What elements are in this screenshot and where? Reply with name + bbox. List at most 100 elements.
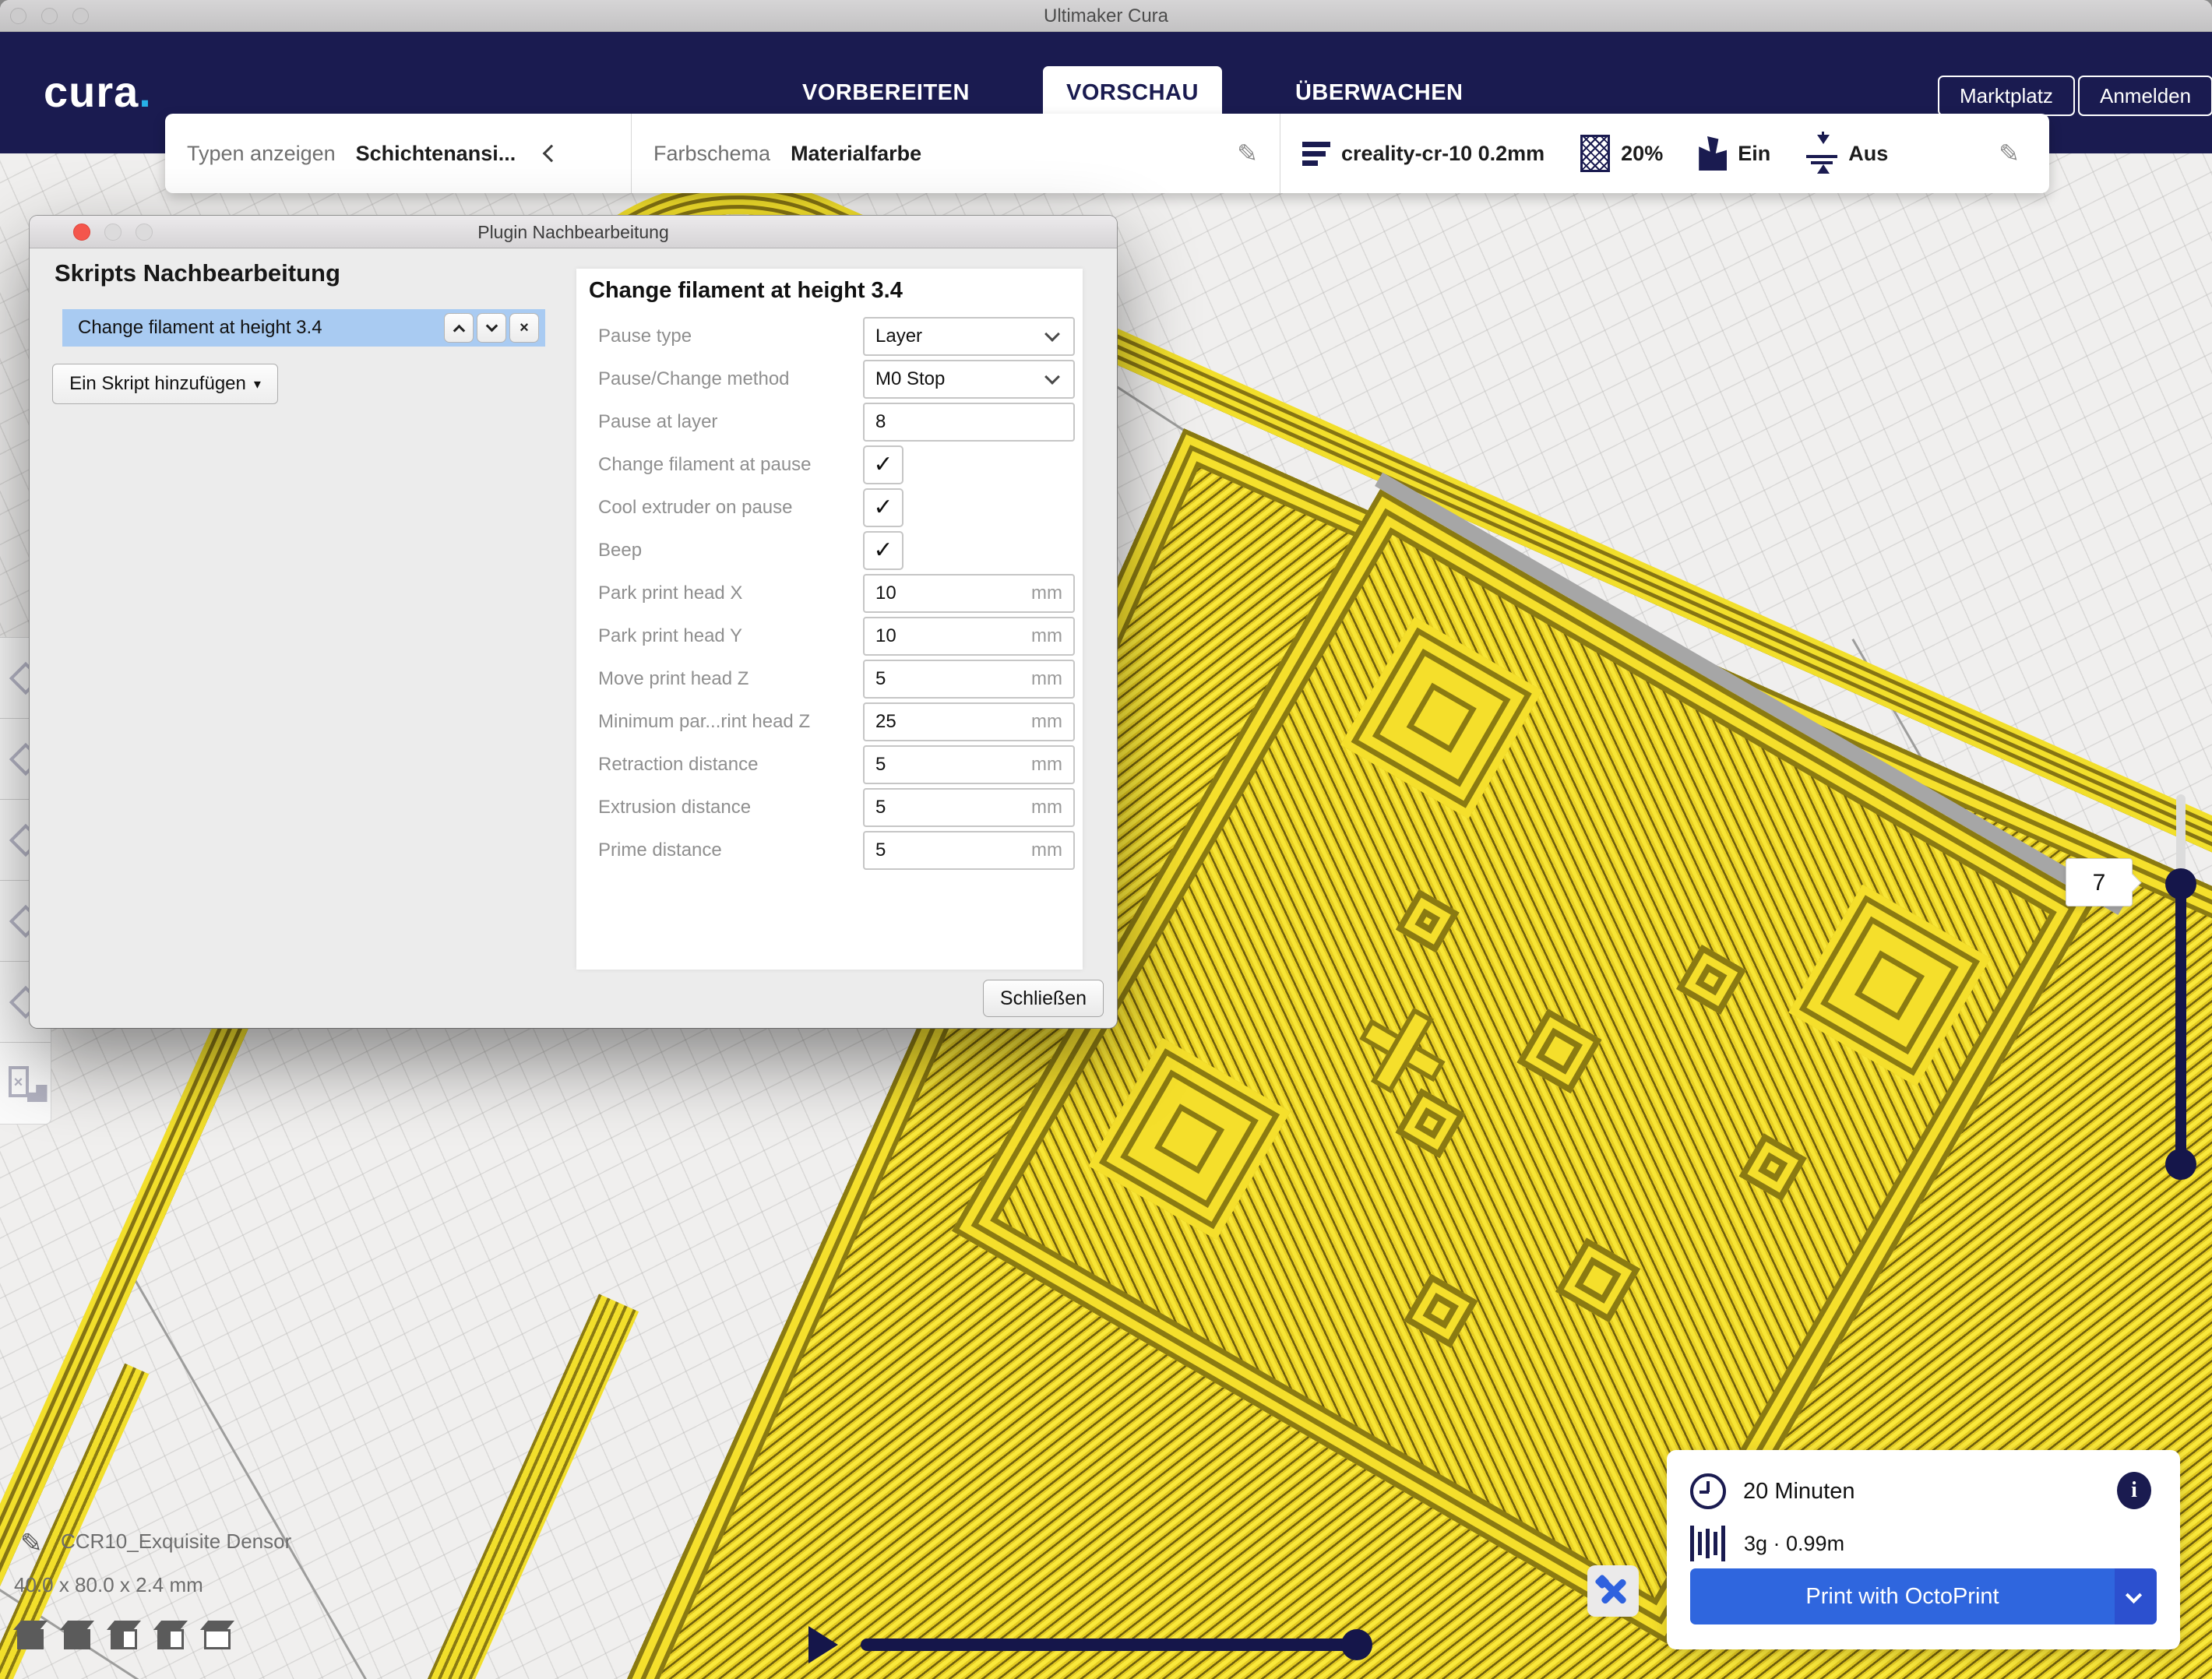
view-cube-button-3[interactable] bbox=[111, 1628, 137, 1651]
view-cube-button-4[interactable] bbox=[157, 1628, 184, 1651]
cura-app-window: × Ultimaker Cura cura. VORBEREITEN VORSCH… bbox=[0, 0, 2212, 1679]
view-orientation-buttons bbox=[17, 1621, 231, 1651]
dialog-close-button[interactable] bbox=[73, 224, 90, 241]
form-row: Pause at layer 8 bbox=[576, 403, 1083, 445]
info-icon[interactable]: i bbox=[2117, 1472, 2151, 1509]
form-row-label: Retraction distance bbox=[598, 745, 758, 784]
window-title: Ultimaker Cura bbox=[0, 0, 2212, 32]
tab-vorbereiten[interactable]: VORBEREITEN bbox=[779, 66, 993, 120]
collapse-chevron-icon[interactable] bbox=[543, 145, 561, 163]
color-scheme-section[interactable]: Farbschema Materialfarbe ✎ bbox=[631, 114, 1280, 193]
form-row: Cool extruder on pause✓ bbox=[576, 488, 1083, 531]
chevron-down-icon bbox=[2126, 1587, 2142, 1603]
support-icon bbox=[1699, 136, 1727, 171]
form-row-label: Move print head Z bbox=[598, 660, 748, 699]
playback-slider-track[interactable] bbox=[861, 1639, 1359, 1651]
qr-module bbox=[1676, 945, 1746, 1015]
input-minimum-par-rint-head-z[interactable]: 25mm bbox=[863, 702, 1075, 741]
move-script-up-button[interactable] bbox=[444, 313, 474, 343]
form-row: Beep ✓ bbox=[576, 531, 1083, 574]
profile-item[interactable]: creality-cr-10 0.2mm bbox=[1302, 142, 1545, 166]
script-settings-heading: Change filament at height 3.4 bbox=[589, 278, 903, 304]
field-unit: mm bbox=[1031, 754, 1073, 776]
stage-toolbar: Typen anzeigen Schichtenansi... Farbsche… bbox=[165, 114, 2049, 193]
dialog-minimize-button[interactable] bbox=[104, 224, 122, 241]
marketplace-button[interactable]: Marktplatz bbox=[1938, 76, 2075, 116]
layer-slider-top-handle[interactable] bbox=[2165, 868, 2196, 899]
signin-button[interactable]: Anmelden bbox=[2078, 76, 2212, 116]
view-cube-button-2[interactable] bbox=[64, 1628, 90, 1651]
form-row-label: Minimum par...rint head Z bbox=[598, 702, 810, 741]
play-button[interactable] bbox=[808, 1626, 838, 1663]
chevron-down-icon bbox=[1044, 326, 1060, 342]
input-pause-at-layer[interactable]: 8 bbox=[863, 403, 1075, 442]
support-item[interactable]: Ein bbox=[1699, 136, 1770, 171]
view-type-value[interactable]: Schichtenansi... bbox=[356, 142, 516, 166]
input-park-print-head-x[interactable]: 10mm bbox=[863, 574, 1075, 613]
input-move-print-head-z[interactable]: 5mm bbox=[863, 660, 1075, 699]
select-pause-type[interactable]: Layer bbox=[863, 317, 1075, 356]
qr-finder-square bbox=[1088, 1038, 1291, 1241]
form-row: Extrusion distance5mm bbox=[576, 788, 1083, 831]
filament-icon bbox=[1690, 1525, 1725, 1562]
form-row-label: Pause type bbox=[598, 317, 692, 356]
view-type-section[interactable]: Typen anzeigen Schichtenansi... bbox=[165, 114, 631, 193]
sidebar-tool-support-blocker[interactable]: × bbox=[0, 1043, 51, 1124]
print-with-octoprint-button[interactable]: Print with OctoPrint bbox=[1690, 1568, 2157, 1624]
tab-vorschau[interactable]: VORSCHAU bbox=[1043, 66, 1222, 120]
script-settings-panel: Change filament at height 3.4 Pause type… bbox=[576, 269, 1083, 970]
view-cube-button-1[interactable] bbox=[17, 1628, 44, 1651]
form-row-label: Beep bbox=[598, 531, 642, 570]
dialog-zoom-button[interactable] bbox=[136, 224, 153, 241]
material-usage-value: 3g · 0.99m bbox=[1744, 1532, 1844, 1556]
checkbox-change-filament-at-pause[interactable]: ✓ bbox=[863, 445, 903, 484]
form-row: Pause type Layer bbox=[576, 317, 1083, 360]
print-settings-section[interactable]: creality-cr-10 0.2mm 20% Ein Aus ✎ bbox=[1280, 114, 2049, 193]
input-extrusion-distance[interactable]: 5mm bbox=[863, 788, 1075, 827]
view-cube-button-5[interactable] bbox=[204, 1628, 231, 1651]
playback-slider-handle[interactable] bbox=[1341, 1629, 1372, 1660]
print-options-dropdown[interactable] bbox=[2115, 1568, 2157, 1624]
field-value: 5 bbox=[865, 754, 1031, 776]
input-prime-distance[interactable]: 5mm bbox=[863, 831, 1075, 870]
layer-slider-range[interactable] bbox=[2175, 884, 2186, 1164]
layers-icon bbox=[1302, 142, 1330, 166]
script-settings-rows: Pause typeLayerPause/Change methodM0 Sto… bbox=[576, 317, 1083, 874]
form-row-label: Pause at layer bbox=[598, 403, 717, 442]
input-park-print-head-y[interactable]: 10mm bbox=[863, 617, 1075, 656]
color-scheme-value[interactable]: Materialfarbe bbox=[791, 142, 921, 166]
qr-module bbox=[1395, 1088, 1465, 1158]
adhesion-item[interactable]: Aus bbox=[1806, 135, 1888, 172]
print-time-value: 20 Minuten bbox=[1743, 1479, 1855, 1505]
form-row: Park print head Y10mm bbox=[576, 617, 1083, 660]
checkbox-beep[interactable]: ✓ bbox=[863, 531, 903, 570]
view-type-label: Typen anzeigen bbox=[187, 142, 336, 166]
remove-script-button[interactable]: × bbox=[509, 313, 539, 343]
field-value: 10 bbox=[865, 625, 1031, 647]
rename-model-pencil-icon[interactable]: ✎ bbox=[20, 1528, 43, 1559]
infill-icon bbox=[1580, 135, 1610, 172]
field-value: Layer bbox=[865, 326, 1047, 347]
add-script-label: Ein Skript hinzufügen bbox=[69, 373, 246, 395]
layer-slider-bottom-handle[interactable] bbox=[2165, 1149, 2196, 1180]
selected-script-row[interactable]: Change filament at height 3.4 × bbox=[62, 309, 545, 347]
checkbox-cool-extruder-on-pause[interactable]: ✓ bbox=[863, 488, 903, 527]
add-script-button[interactable]: Ein Skript hinzufügen ▾ bbox=[52, 364, 278, 404]
support-value: Ein bbox=[1738, 142, 1770, 166]
form-row: Change filament at pause✓ bbox=[576, 445, 1083, 488]
edit-pencil-icon[interactable]: ✎ bbox=[1237, 139, 1258, 168]
model-name: CCR10_Exquisite Densor bbox=[61, 1529, 291, 1554]
field-unit: mm bbox=[1031, 583, 1073, 604]
print-settings-tools-button[interactable] bbox=[1587, 1565, 1639, 1617]
edit-settings-pencil-icon[interactable]: ✎ bbox=[1999, 139, 2020, 168]
close-dialog-button[interactable]: Schließen bbox=[983, 980, 1104, 1017]
move-script-down-button[interactable] bbox=[477, 313, 506, 343]
input-retraction-distance[interactable]: 5mm bbox=[863, 745, 1075, 784]
infill-item[interactable]: 20% bbox=[1580, 135, 1663, 172]
form-row-label: Park print head X bbox=[598, 574, 742, 613]
dialog-titlebar[interactable]: Plugin Nachbearbeitung bbox=[30, 216, 1117, 248]
field-unit: mm bbox=[1031, 840, 1073, 861]
cura-logo: cura. bbox=[44, 66, 152, 117]
tab-überwachen[interactable]: ÜBERWACHEN bbox=[1272, 66, 1487, 120]
select-pause-change-method[interactable]: M0 Stop bbox=[863, 360, 1075, 399]
